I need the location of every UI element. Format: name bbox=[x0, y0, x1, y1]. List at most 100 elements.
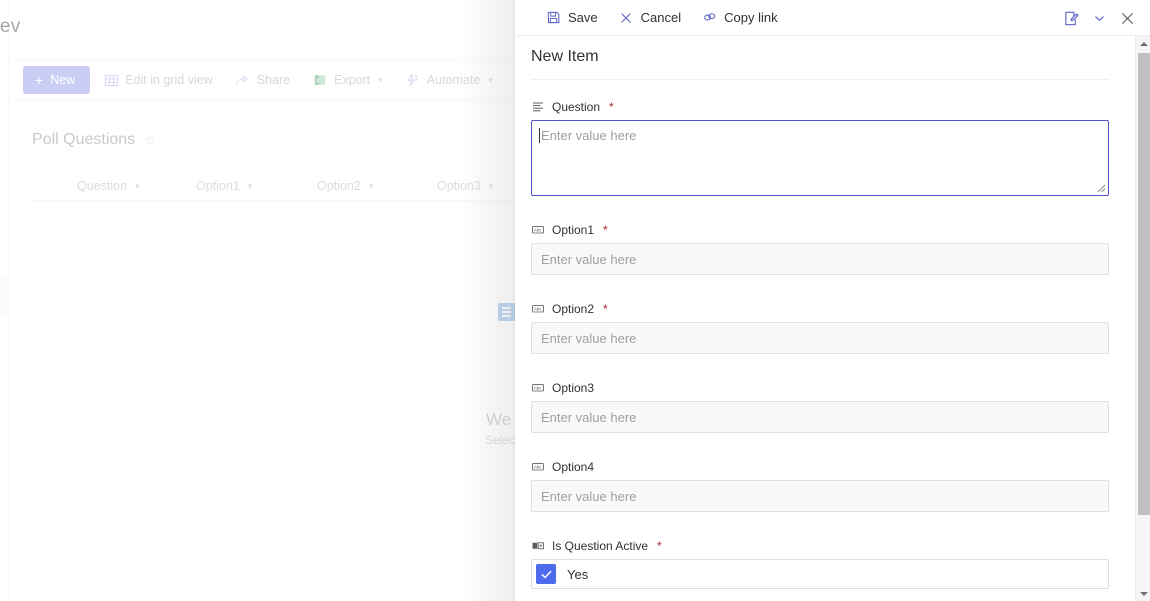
cancel-label: Cancel bbox=[640, 10, 682, 25]
option3-placeholder: Enter value here bbox=[541, 409, 637, 425]
chevron-down-icon: ▾ bbox=[488, 180, 494, 191]
panel-command-group: Save Cancel Copy link bbox=[515, 3, 787, 33]
link-icon bbox=[701, 10, 717, 26]
toolbar-item-export[interactable]: X Export ▾ bbox=[303, 65, 392, 95]
toolbar-item-automate[interactable]: Automate ▾ bbox=[396, 65, 502, 95]
automate-icon bbox=[405, 72, 421, 88]
option2-placeholder: Enter value here bbox=[541, 330, 637, 346]
field-is-question-active: Is Question Active * Yes bbox=[531, 537, 1109, 589]
screen-root: Dev + New Edit in grid view Share bbox=[0, 0, 1150, 601]
save-button[interactable]: Save bbox=[536, 3, 607, 33]
list-title: Poll Questions bbox=[32, 131, 136, 148]
chevron-down-icon: ▾ bbox=[368, 180, 374, 191]
field-option3: Abc Option3 Enter value here bbox=[531, 379, 1109, 433]
field-label-option2: Abc Option2 * bbox=[531, 300, 1109, 318]
panel-title: New Item bbox=[531, 48, 599, 65]
empty-state-title: We bbox=[486, 410, 512, 429]
svg-text:Abc: Abc bbox=[533, 465, 541, 470]
field-label-is-question-active: Is Question Active * bbox=[531, 537, 1109, 555]
option1-placeholder: Enter value here bbox=[541, 251, 637, 267]
left-nav-rail bbox=[0, 0, 9, 601]
svg-text:Abc: Abc bbox=[533, 386, 541, 391]
label-text: Option4 bbox=[552, 460, 595, 474]
label-text: Is Question Active bbox=[552, 539, 649, 553]
option3-input[interactable]: Enter value here bbox=[531, 401, 1109, 433]
favorite-star-icon[interactable]: ☆ bbox=[144, 132, 157, 149]
panel-title-divider bbox=[531, 79, 1109, 80]
edit-form-dropdown-button[interactable] bbox=[1088, 2, 1110, 34]
required-asterisk: * bbox=[657, 539, 662, 553]
multiline-text-icon bbox=[531, 101, 544, 114]
scrollbar-thumb[interactable] bbox=[1138, 53, 1150, 515]
plus-icon: + bbox=[35, 72, 44, 88]
option1-input[interactable]: Enter value here bbox=[531, 243, 1109, 275]
new-button[interactable]: + New bbox=[23, 66, 91, 94]
resize-grip-icon[interactable] bbox=[1094, 181, 1106, 193]
label-text: Option1 bbox=[552, 223, 595, 237]
checkbox-checked-icon[interactable] bbox=[536, 564, 556, 584]
svg-text:Abc: Abc bbox=[533, 307, 541, 312]
scroll-down-button[interactable] bbox=[1136, 586, 1150, 601]
panel-command-bar: Save Cancel Copy link bbox=[515, 0, 1150, 36]
chevron-down-icon: ▾ bbox=[488, 74, 493, 85]
panel-command-right bbox=[1054, 0, 1144, 36]
toolbar-item-edit-in-grid-view[interactable]: Edit in grid view bbox=[94, 65, 222, 95]
close-panel-button[interactable] bbox=[1110, 2, 1144, 34]
required-asterisk: * bbox=[603, 302, 608, 316]
column-label: Question bbox=[77, 179, 128, 193]
toolbar-label: Share bbox=[256, 73, 291, 87]
field-option2: Abc Option2 * Enter value here bbox=[531, 300, 1109, 354]
abc-text-icon: Abc bbox=[531, 224, 544, 237]
column-header-option1[interactable]: Option1 ▾ bbox=[196, 179, 252, 193]
option2-input[interactable]: Enter value here bbox=[531, 322, 1109, 354]
abc-text-icon: Abc bbox=[531, 303, 544, 316]
field-label-option1: Abc Option1 * bbox=[531, 221, 1109, 239]
option4-placeholder: Enter value here bbox=[541, 488, 637, 504]
label-text: Option2 bbox=[552, 302, 595, 316]
edit-form-button[interactable] bbox=[1054, 2, 1088, 34]
column-header-option2[interactable]: Option2 ▾ bbox=[317, 179, 373, 193]
column-label: Option1 bbox=[196, 179, 240, 193]
question-placeholder: Enter value here bbox=[541, 128, 637, 143]
close-icon bbox=[1121, 12, 1133, 24]
grid-icon bbox=[103, 72, 119, 88]
abc-text-icon: Abc bbox=[531, 461, 544, 474]
column-label: Option3 bbox=[437, 179, 481, 193]
chevron-down-icon bbox=[1094, 15, 1104, 21]
copy-link-button[interactable]: Copy link bbox=[692, 3, 786, 33]
field-label-option3: Abc Option3 bbox=[531, 379, 1109, 397]
column-header-option3[interactable]: Option3 ▾ bbox=[437, 179, 493, 193]
share-icon bbox=[235, 72, 251, 88]
option4-input[interactable]: Enter value here bbox=[531, 480, 1109, 512]
copy-link-label: Copy link bbox=[724, 10, 778, 25]
field-option4: Abc Option4 Enter value here bbox=[531, 458, 1109, 512]
scroll-up-button[interactable] bbox=[1136, 36, 1150, 51]
svg-text:X: X bbox=[316, 78, 320, 84]
save-icon bbox=[545, 10, 561, 26]
edit-form-icon bbox=[1064, 11, 1078, 25]
toolbar-label: Export bbox=[334, 73, 371, 87]
list-command-bar: + New Edit in grid view Share X Export ▾… bbox=[9, 60, 520, 100]
chevron-down-icon: ▾ bbox=[135, 180, 140, 191]
site-title: Dev bbox=[0, 16, 21, 37]
column-header-question[interactable]: Question ▾ bbox=[77, 179, 140, 193]
field-option1: Abc Option1 * Enter value here bbox=[531, 221, 1109, 275]
toolbar-label: Edit in grid view bbox=[125, 73, 213, 87]
toolbar-item-share[interactable]: Share bbox=[226, 65, 299, 95]
triangle-down-icon bbox=[1139, 591, 1148, 596]
cancel-button[interactable]: Cancel bbox=[609, 3, 690, 33]
label-text: Option3 bbox=[552, 381, 595, 395]
question-textarea[interactable]: Enter value here bbox=[531, 120, 1109, 196]
required-asterisk: * bbox=[609, 100, 614, 114]
new-button-label: New bbox=[50, 73, 76, 87]
column-label: Option2 bbox=[317, 179, 361, 193]
triangle-up-icon bbox=[1139, 41, 1148, 46]
empty-state-subtitle: Selec bbox=[485, 433, 516, 447]
is-question-active-checkbox-row[interactable]: Yes bbox=[531, 559, 1109, 589]
new-item-form: Question * Enter value here Abc Option1 … bbox=[531, 98, 1109, 601]
save-label: Save bbox=[568, 10, 598, 25]
close-x-icon bbox=[618, 10, 634, 26]
panel-scrollbar[interactable] bbox=[1135, 36, 1150, 601]
toolbar-label: Automate bbox=[426, 73, 481, 87]
background-list-page: Dev + New Edit in grid view Share bbox=[0, 0, 520, 601]
